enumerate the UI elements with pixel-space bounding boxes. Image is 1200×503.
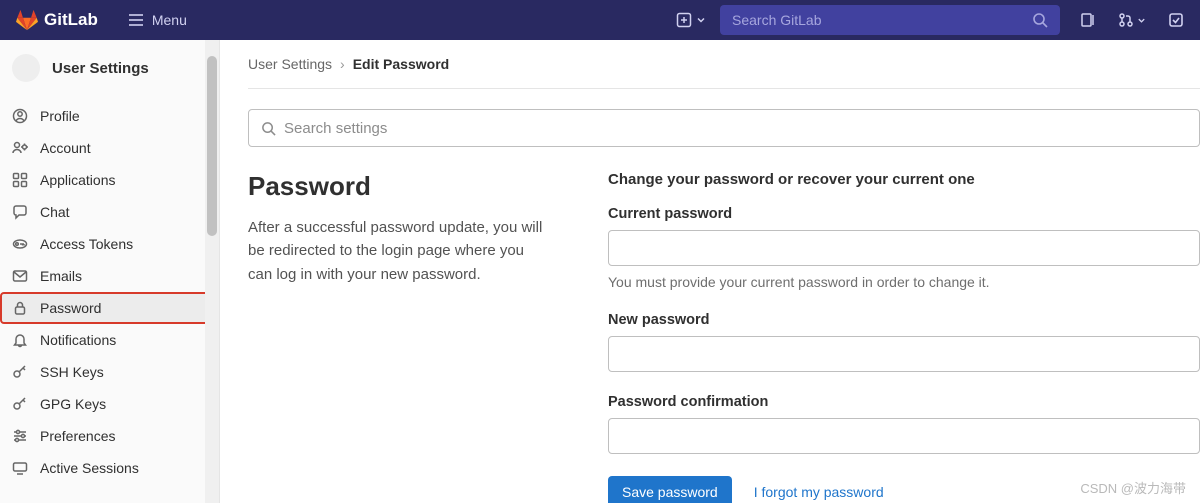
current-password-input[interactable]: [608, 230, 1200, 266]
confirm-password-field: Password confirmation: [608, 394, 1200, 454]
search-icon: [1032, 12, 1048, 28]
breadcrumb-parent[interactable]: User Settings: [248, 56, 332, 72]
sidebar-scrollbar[interactable]: [205, 40, 219, 503]
sidebar-title: User Settings: [52, 60, 149, 77]
new-password-field: New password: [608, 312, 1200, 372]
global-search-input[interactable]: [732, 12, 1032, 28]
new-password-label: New password: [608, 312, 1200, 328]
sidebar-item-password[interactable]: Password: [0, 292, 213, 324]
sessions-icon: [12, 460, 28, 476]
sidebar-item-label: Emails: [40, 268, 82, 284]
profile-icon: [12, 108, 28, 124]
sidebar-item-account[interactable]: Account: [0, 132, 213, 164]
settings-search-input[interactable]: [284, 120, 1187, 137]
new-dropdown[interactable]: [676, 12, 706, 28]
account-icon: [12, 140, 28, 156]
sidebar-item-label: Account: [40, 140, 91, 156]
sidebar: User Settings Profile Account Applicatio…: [0, 40, 220, 503]
global-search[interactable]: [720, 5, 1060, 35]
menu-label: Menu: [152, 12, 187, 28]
lock-icon: [12, 300, 28, 316]
sidebar-header[interactable]: User Settings: [0, 40, 219, 96]
user-avatar: [12, 54, 40, 82]
main-content: User Settings › Edit Password Password A…: [220, 40, 1200, 503]
plus-box-icon: [676, 12, 692, 28]
sidebar-item-label: Preferences: [40, 428, 115, 444]
chat-icon: [12, 204, 28, 220]
sidebar-item-label: GPG Keys: [40, 396, 106, 412]
settings-search[interactable]: [248, 109, 1200, 147]
sidebar-item-label: Chat: [40, 204, 70, 220]
sidebar-item-label: SSH Keys: [40, 364, 104, 380]
confirm-password-label: Password confirmation: [608, 394, 1200, 410]
page-description: After a successful password update, you …: [248, 216, 548, 286]
bell-icon: [12, 332, 28, 348]
sidebar-item-label: Access Tokens: [40, 236, 133, 252]
breadcrumb-current: Edit Password: [353, 56, 449, 72]
sidebar-items: Profile Account Applications Chat Access…: [0, 96, 219, 482]
sidebar-item-label: Active Sessions: [40, 460, 139, 476]
sidebar-item-active-sessions[interactable]: Active Sessions: [0, 452, 213, 478]
page-heading: Password: [248, 171, 548, 202]
gitlab-logo-icon: [16, 9, 38, 31]
sidebar-item-emails[interactable]: Emails: [0, 260, 213, 292]
section-title: Change your password or recover your cur…: [608, 171, 1200, 188]
watermark: CSDN @波力海带: [1080, 478, 1186, 497]
sidebar-item-chat[interactable]: Chat: [0, 196, 213, 228]
email-icon: [12, 268, 28, 284]
page-intro: Password After a successful password upd…: [248, 171, 548, 503]
confirm-password-input[interactable]: [608, 418, 1200, 454]
key-icon: [12, 396, 28, 412]
save-password-button[interactable]: Save password: [608, 476, 732, 503]
current-password-label: Current password: [608, 206, 1200, 222]
new-password-input[interactable]: [608, 336, 1200, 372]
applications-icon: [12, 172, 28, 188]
topbar: GitLab Menu: [0, 0, 1200, 40]
hamburger-icon: [128, 12, 144, 28]
brand-text: GitLab: [44, 10, 98, 30]
token-icon: [12, 236, 28, 252]
sidebar-item-label: Profile: [40, 108, 80, 124]
sidebar-item-profile[interactable]: Profile: [0, 100, 213, 132]
forgot-password-link[interactable]: I forgot my password: [754, 484, 884, 500]
sidebar-item-label: Password: [40, 300, 101, 316]
current-password-hint: You must provide your current password i…: [608, 274, 1200, 290]
key-icon: [12, 364, 28, 380]
brand[interactable]: GitLab: [16, 9, 98, 31]
breadcrumb: User Settings › Edit Password: [248, 56, 1200, 72]
sidebar-item-notifications[interactable]: Notifications: [0, 324, 213, 356]
todos-icon[interactable]: [1168, 12, 1184, 28]
sidebar-item-access-tokens[interactable]: Access Tokens: [0, 228, 213, 260]
divider: [248, 88, 1200, 89]
current-password-field: Current password You must provide your c…: [608, 206, 1200, 290]
sidebar-item-label: Notifications: [40, 332, 116, 348]
sidebar-item-gpg-keys[interactable]: GPG Keys: [0, 388, 213, 420]
preferences-icon: [12, 428, 28, 444]
top-right-icons: [1080, 12, 1184, 28]
sidebar-item-applications[interactable]: Applications: [0, 164, 213, 196]
chevron-right-icon: ›: [340, 56, 345, 72]
scrollbar-thumb[interactable]: [207, 56, 217, 236]
sidebar-item-ssh-keys[interactable]: SSH Keys: [0, 356, 213, 388]
merge-requests-dropdown[interactable]: [1118, 12, 1146, 28]
sidebar-item-label: Applications: [40, 172, 116, 188]
search-icon: [261, 121, 276, 136]
sidebar-item-preferences[interactable]: Preferences: [0, 420, 213, 452]
password-form: Change your password or recover your cur…: [608, 171, 1200, 503]
menu-toggle[interactable]: Menu: [128, 12, 187, 28]
chevron-down-icon: [696, 15, 706, 25]
issues-icon[interactable]: [1080, 12, 1096, 28]
